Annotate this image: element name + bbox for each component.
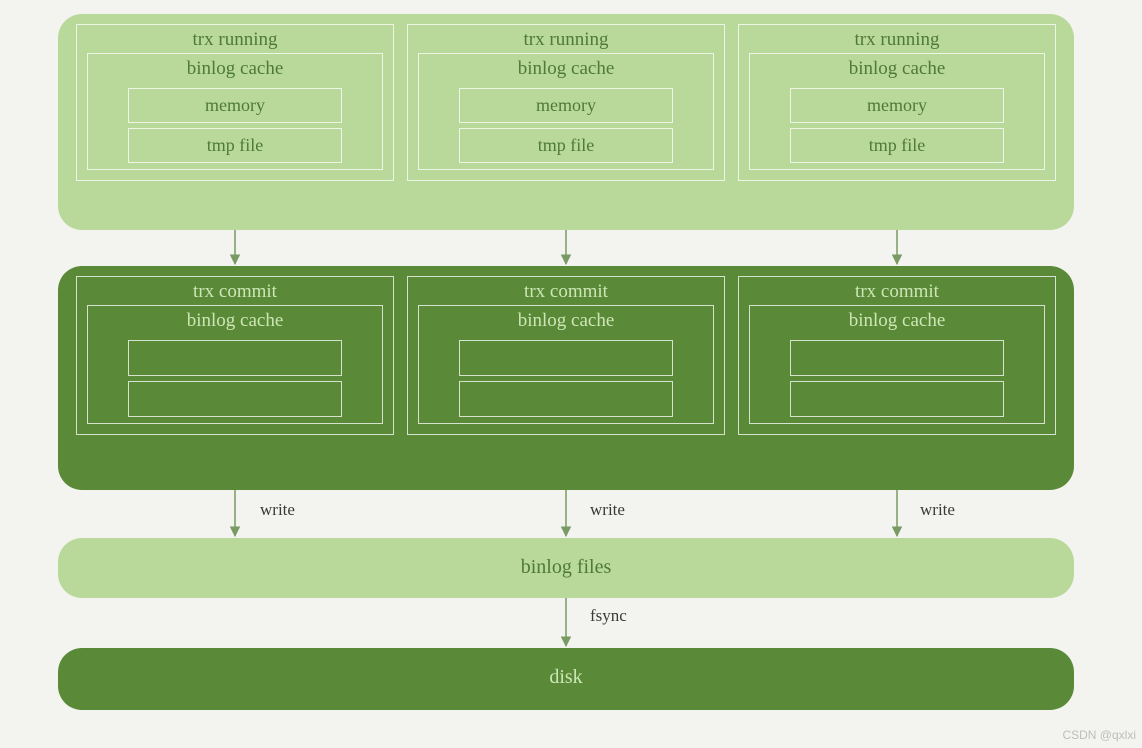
running-row: trx running binlog cache memory tmp file… [58, 14, 1074, 230]
trx-commit-title: trx commit [77, 277, 393, 305]
commit-col: trx commit binlog cache [407, 266, 725, 490]
binlog-files-label: binlog files [58, 538, 1074, 597]
binlog-cache-title: binlog cache [750, 54, 1044, 82]
binlog-cache-title: binlog cache [750, 306, 1044, 334]
disk-label: disk [58, 648, 1074, 707]
trx-running-box: trx running binlog cache memory tmp file [76, 24, 394, 181]
memory-cell: memory [128, 88, 342, 123]
watermark: CSDN @qxlxi [1062, 728, 1136, 742]
trx-commit-title: trx commit [408, 277, 724, 305]
trx-running-title: trx running [408, 25, 724, 53]
running-col: trx running binlog cache memory tmp file [738, 14, 1056, 230]
write-label: write [590, 500, 625, 520]
write-label: write [920, 500, 955, 520]
trx-running-box: trx running binlog cache memory tmp file [407, 24, 725, 181]
commit-band: trx commit binlog cache trx commit binlo… [58, 266, 1074, 490]
trx-running-box: trx running binlog cache memory tmp file [738, 24, 1056, 181]
binlog-cache-box: binlog cache [749, 305, 1045, 424]
empty-cell [128, 340, 342, 376]
trx-running-title: trx running [77, 25, 393, 53]
running-col: trx running binlog cache memory tmp file [407, 14, 725, 230]
tmpfile-cell: tmp file [128, 128, 342, 163]
disk-band: disk [58, 648, 1074, 710]
commit-col: trx commit binlog cache [738, 266, 1056, 490]
binlog-cache-box: binlog cache memory tmp file [418, 53, 714, 170]
write-label: write [260, 500, 295, 520]
running-band: trx running binlog cache memory tmp file… [58, 14, 1074, 230]
trx-commit-title: trx commit [739, 277, 1055, 305]
empty-cell [459, 381, 673, 417]
trx-commit-box: trx commit binlog cache [407, 276, 725, 435]
tmpfile-cell: tmp file [459, 128, 673, 163]
binlog-cache-box: binlog cache [418, 305, 714, 424]
binlog-cache-title: binlog cache [419, 54, 713, 82]
empty-cell [459, 340, 673, 376]
fsync-label: fsync [590, 606, 627, 626]
binlog-files-band: binlog files [58, 538, 1074, 598]
trx-commit-box: trx commit binlog cache [76, 276, 394, 435]
commit-row: trx commit binlog cache trx commit binlo… [58, 266, 1074, 490]
binlog-cache-title: binlog cache [419, 306, 713, 334]
empty-cell [790, 340, 1004, 376]
memory-cell: memory [459, 88, 673, 123]
trx-commit-box: trx commit binlog cache [738, 276, 1056, 435]
commit-col: trx commit binlog cache [76, 266, 394, 490]
binlog-cache-title: binlog cache [88, 54, 382, 82]
binlog-cache-box: binlog cache memory tmp file [749, 53, 1045, 170]
tmpfile-cell: tmp file [790, 128, 1004, 163]
binlog-cache-box: binlog cache [87, 305, 383, 424]
empty-cell [790, 381, 1004, 417]
binlog-cache-box: binlog cache memory tmp file [87, 53, 383, 170]
trx-running-title: trx running [739, 25, 1055, 53]
empty-cell [128, 381, 342, 417]
memory-cell: memory [790, 88, 1004, 123]
running-col: trx running binlog cache memory tmp file [76, 14, 394, 230]
binlog-cache-title: binlog cache [88, 306, 382, 334]
